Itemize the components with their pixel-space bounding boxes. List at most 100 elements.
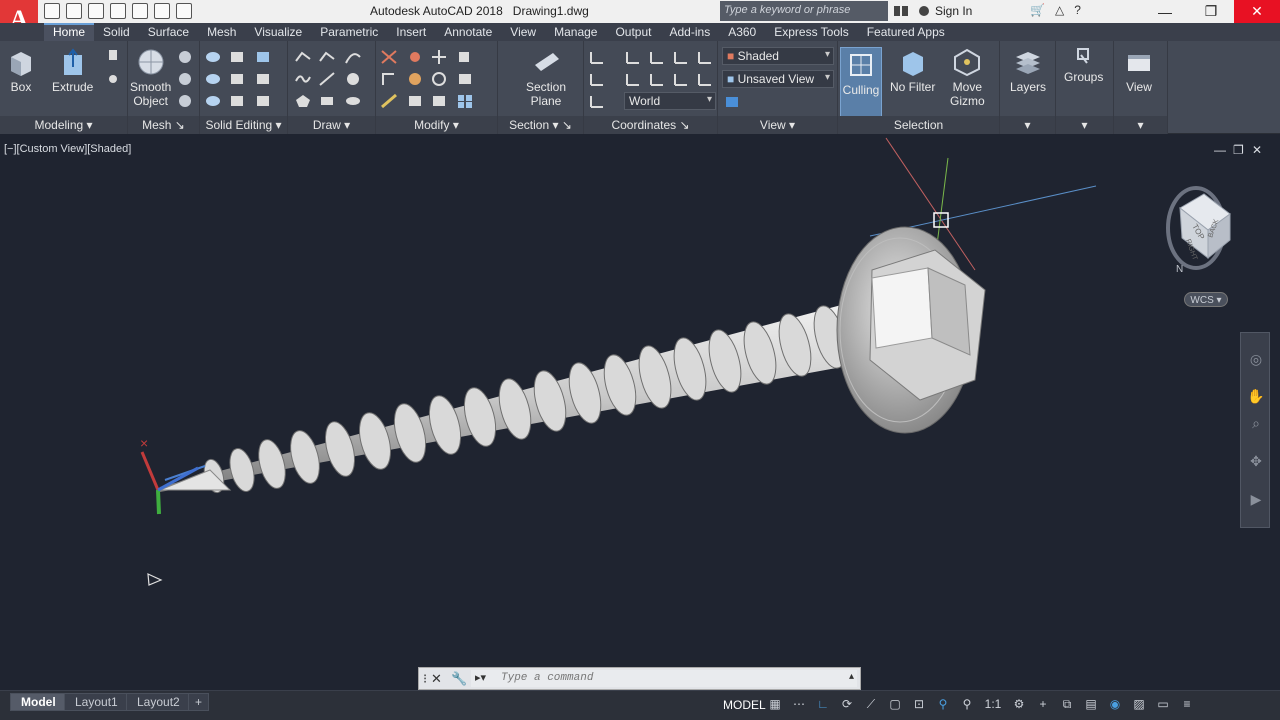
command-close-icon[interactable]: ✕ bbox=[431, 671, 442, 687]
offset-edge-icon[interactable] bbox=[228, 93, 246, 109]
panel-label-solid-editing[interactable]: Solid Editing ▾ bbox=[200, 116, 287, 134]
ucs-x-icon[interactable] bbox=[624, 49, 642, 65]
rectangle-icon[interactable] bbox=[318, 93, 336, 109]
snap-icon[interactable]: ⋯ bbox=[792, 697, 806, 711]
ellipse-icon[interactable] bbox=[344, 93, 362, 109]
line-icon[interactable] bbox=[318, 71, 336, 87]
add-layout-button[interactable]: + bbox=[188, 693, 210, 711]
tab-surface[interactable]: Surface bbox=[139, 23, 198, 41]
model-space-toggle[interactable]: MODEL bbox=[720, 694, 769, 718]
fillet-edge-icon[interactable] bbox=[254, 71, 272, 87]
viewcube[interactable]: TOP RIGHT BACK N bbox=[1158, 178, 1238, 278]
ucs-3point-icon[interactable] bbox=[648, 71, 666, 87]
viewport-config-icon[interactable] bbox=[724, 94, 742, 110]
copy-icon[interactable] bbox=[456, 49, 474, 65]
viewport-restore-icon[interactable]: ❐ bbox=[1233, 143, 1244, 157]
tab-add-ins[interactable]: Add-ins bbox=[661, 23, 720, 41]
mirror-icon[interactable] bbox=[456, 71, 474, 87]
grid-icon[interactable]: ▦ bbox=[768, 697, 782, 711]
tab-visualize[interactable]: Visualize bbox=[245, 23, 311, 41]
mesh-crease-icon[interactable] bbox=[176, 71, 194, 87]
named-view-select[interactable]: ■ Unsaved View bbox=[722, 70, 834, 88]
command-history-icon[interactable]: ▴ bbox=[849, 671, 854, 682]
culling-button[interactable]: Culling bbox=[840, 47, 882, 117]
tab-model-layout[interactable]: Model bbox=[10, 693, 67, 711]
workspace-gear-icon[interactable]: ⚙ bbox=[1012, 697, 1026, 711]
save-as-icon[interactable] bbox=[110, 3, 126, 19]
scale-icon[interactable] bbox=[430, 93, 448, 109]
tab-solid[interactable]: Solid bbox=[94, 23, 139, 41]
new-file-icon[interactable] bbox=[44, 3, 60, 19]
polygon-icon[interactable] bbox=[294, 93, 312, 109]
view-tools-expand[interactable]: ▾ bbox=[1114, 116, 1167, 134]
section-plane-button[interactable]: Section Plane bbox=[526, 47, 566, 108]
orbit-icon[interactable]: ✥ bbox=[1247, 453, 1265, 471]
smooth-object-button[interactable]: Smooth Object bbox=[130, 47, 171, 108]
units-icon[interactable]: ⧉ bbox=[1060, 697, 1074, 711]
panel-label-draw[interactable]: Draw ▾ bbox=[288, 116, 375, 134]
tab-home[interactable]: Home bbox=[44, 23, 95, 41]
undo-icon[interactable] bbox=[154, 3, 170, 19]
isolate-objects-icon[interactable]: ◉ bbox=[1108, 697, 1122, 711]
zoom-extents-icon[interactable]: ⌕ bbox=[1247, 415, 1265, 433]
ucs-zaxis-icon[interactable] bbox=[672, 71, 690, 87]
rotate-icon[interactable] bbox=[430, 71, 448, 87]
redo-icon[interactable] bbox=[176, 3, 192, 19]
viewport-minimize-icon[interactable]: — bbox=[1214, 143, 1226, 157]
tab-annotate[interactable]: Annotate bbox=[435, 23, 501, 41]
ucs-object-icon[interactable] bbox=[624, 71, 642, 87]
circle-icon[interactable] bbox=[344, 71, 362, 87]
pan-icon[interactable]: ✋ bbox=[1247, 388, 1265, 406]
plot-icon[interactable] bbox=[132, 3, 148, 19]
tab-a360[interactable]: A360 bbox=[719, 23, 765, 41]
panel-label-selection[interactable]: Selection bbox=[838, 116, 999, 134]
ortho-icon[interactable]: ∟ bbox=[816, 697, 830, 711]
command-input[interactable]: Type a command bbox=[471, 670, 857, 687]
annotation-scale-icon[interactable]: ⚲ bbox=[960, 697, 974, 711]
box-button[interactable]: Box bbox=[6, 47, 36, 94]
stretch-icon[interactable] bbox=[380, 93, 398, 109]
polyline-icon[interactable] bbox=[294, 49, 312, 65]
extend-icon[interactable] bbox=[380, 71, 398, 87]
panel-label-section[interactable]: Section ▾ ↘ bbox=[498, 116, 583, 134]
tab-parametric[interactable]: Parametric bbox=[311, 23, 387, 41]
showmotion-icon[interactable]: ▶ bbox=[1247, 491, 1265, 509]
imprint-icon[interactable] bbox=[228, 71, 246, 87]
layers-expand[interactable]: ▾ bbox=[1000, 116, 1055, 134]
scale-label[interactable]: 1:1 bbox=[984, 697, 1002, 711]
cart-icon[interactable]: 🛒 bbox=[1030, 3, 1045, 17]
tab-manage[interactable]: Manage bbox=[545, 23, 606, 41]
tab-output[interactable]: Output bbox=[606, 23, 660, 41]
tab-express-tools[interactable]: Express Tools bbox=[765, 23, 857, 41]
extrude-faces-icon[interactable] bbox=[254, 49, 272, 65]
tab-layout1[interactable]: Layout1 bbox=[64, 693, 129, 711]
mesh-refine-icon[interactable] bbox=[176, 49, 194, 65]
binoculars-icon[interactable] bbox=[892, 3, 932, 19]
trim-icon[interactable] bbox=[380, 49, 398, 65]
ucs-origin-icon[interactable] bbox=[696, 71, 714, 87]
3d-move-icon[interactable] bbox=[406, 49, 424, 65]
tab-layout2[interactable]: Layout2 bbox=[126, 693, 191, 711]
ucs-view-icon[interactable] bbox=[588, 71, 606, 87]
presspull-icon[interactable] bbox=[104, 47, 122, 63]
recent-commands-icon[interactable]: ▸▾ bbox=[475, 671, 486, 684]
viewcube-compass-north[interactable]: N bbox=[1176, 264, 1183, 275]
ucs-z-icon[interactable] bbox=[672, 49, 690, 65]
close-button[interactable]: ✕ bbox=[1234, 0, 1280, 23]
command-grip-icon[interactable]: ⁝ bbox=[423, 671, 427, 687]
sign-in-button[interactable]: Sign In bbox=[935, 4, 972, 18]
groups-expand[interactable]: ▾ bbox=[1056, 116, 1113, 134]
layers-button[interactable]: Layers bbox=[1010, 47, 1046, 94]
ucs-world-select[interactable]: World bbox=[624, 92, 716, 110]
clean-screen-icon[interactable]: ▭ bbox=[1156, 697, 1170, 711]
move-icon[interactable] bbox=[430, 49, 448, 65]
separate-icon[interactable] bbox=[254, 93, 272, 109]
quick-properties-icon[interactable]: ▤ bbox=[1084, 697, 1098, 711]
extrude-button[interactable]: Extrude bbox=[52, 47, 93, 94]
ucs-icon[interactable] bbox=[588, 49, 606, 65]
object-snap-tracking-icon[interactable]: ⊡ bbox=[912, 697, 926, 711]
panel-label-coordinates[interactable]: Coordinates ↘ bbox=[584, 116, 717, 134]
groups-button[interactable]: Groups bbox=[1064, 47, 1103, 84]
dynamic-ucs-icon[interactable]: ⚲ bbox=[936, 697, 950, 711]
tab-featured-apps[interactable]: Featured Apps bbox=[858, 23, 954, 41]
